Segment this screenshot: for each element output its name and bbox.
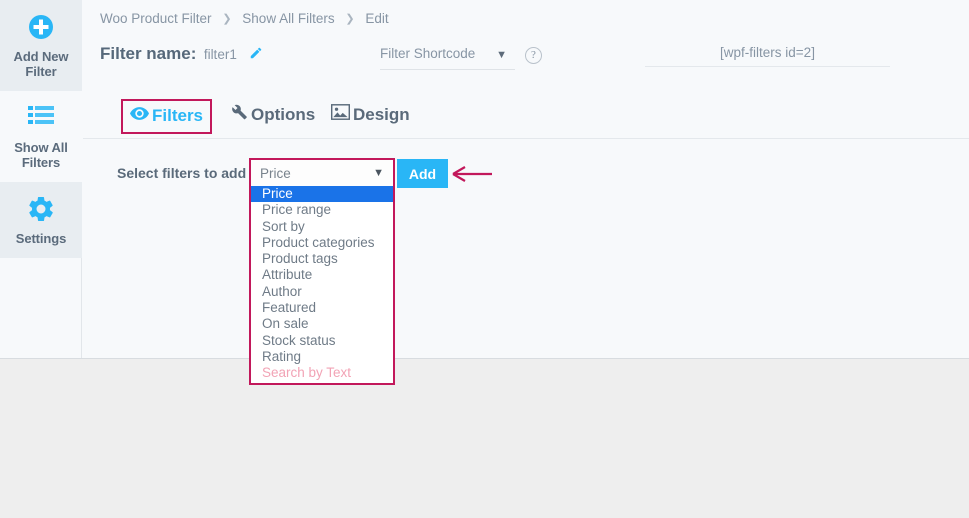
shortcode-value-field[interactable]: [wpf-filters id=2] — [645, 45, 890, 67]
chevron-down-icon: ▼ — [496, 49, 507, 61]
tab-filters[interactable]: Filters — [121, 99, 213, 134]
shortcode-type-value: Filter Shortcode — [380, 46, 476, 61]
filter-name-value: filter1 — [203, 46, 237, 62]
add-button[interactable]: Add — [397, 159, 448, 188]
breadcrumb: Woo Product Filter ❯ Show All Filters ❯ … — [100, 11, 389, 26]
dropdown-option-author[interactable]: Author — [251, 284, 393, 300]
tab-bar: Filters Options Design — [83, 99, 969, 139]
select-filters-row: Select filters to add Price ▼ Add — [83, 158, 969, 192]
pencil-icon[interactable] — [249, 46, 263, 65]
sidebar-item-settings[interactable]: Settings — [0, 182, 82, 258]
tab-label: Options — [251, 104, 316, 124]
sidebar-item-show-all-filters[interactable]: Show All Filters — [0, 91, 82, 182]
breadcrumb-item-edit[interactable]: Edit — [365, 11, 388, 26]
filter-type-dropdown-list[interactable]: Price Price range Sort by Product catego… — [249, 186, 395, 385]
tab-label: Filters — [152, 106, 204, 125]
plus-circle-icon — [4, 12, 78, 46]
breadcrumb-separator-icon: ❯ — [345, 13, 355, 25]
dropdown-option-price-range[interactable]: Price range — [251, 202, 393, 218]
breadcrumb-separator-icon: ❯ — [222, 13, 232, 25]
dropdown-option-sort-by[interactable]: Sort by — [251, 219, 393, 235]
breadcrumb-item-show-all-filters[interactable]: Show All Filters — [242, 11, 334, 26]
dropdown-option-rating[interactable]: Rating — [251, 349, 393, 365]
filter-name-row: Filter name: filter1 Filter Shortcode ▼ … — [100, 44, 969, 78]
sidebar-item-label: Add New Filter — [13, 49, 69, 79]
wrench-icon — [231, 104, 248, 125]
dropdown-option-product-tags[interactable]: Product tags — [251, 251, 393, 267]
tab-options[interactable]: Options — [224, 99, 322, 131]
dropdown-option-on-sale[interactable]: On sale — [251, 316, 393, 332]
sidebar-item-label: Settings — [15, 231, 67, 246]
left-sidebar: Add New Filter Show All Filters Settings — [0, 0, 82, 358]
dropdown-option-featured[interactable]: Featured — [251, 300, 393, 316]
image-icon — [330, 104, 351, 125]
shortcode-type-select[interactable]: Filter Shortcode ▼ — [380, 45, 515, 70]
dropdown-option-attribute[interactable]: Attribute — [251, 267, 393, 283]
tab-design[interactable]: Design — [324, 99, 417, 131]
dropdown-option-stock-status[interactable]: Stock status — [251, 333, 393, 349]
list-icon — [4, 103, 78, 137]
gear-icon — [4, 194, 78, 228]
eye-icon — [130, 106, 149, 126]
dropdown-option-product-categories[interactable]: Product categories — [251, 235, 393, 251]
screen-root: Add New Filter Show All Filters Settings… — [0, 0, 969, 518]
content-area: Woo Product Filter ❯ Show All Filters ❯ … — [83, 0, 969, 358]
filter-type-selected-value: Price — [260, 165, 291, 181]
sidebar-item-add-new-filter[interactable]: Add New Filter — [0, 0, 82, 91]
left-arrow-annotation-icon — [451, 164, 493, 184]
filter-type-select[interactable]: Price ▼ — [249, 158, 395, 188]
help-icon[interactable]: ? — [525, 47, 542, 64]
sidebar-item-label: Show All Filters — [14, 140, 68, 170]
filter-name-label: Filter name: — [100, 44, 197, 63]
tab-label: Design — [353, 104, 410, 124]
select-filters-label: Select filters to add — [117, 165, 247, 181]
dropdown-option-price[interactable]: Price — [251, 186, 393, 203]
dropdown-option-search-by-text: Search by Text — [262, 365, 352, 381]
breadcrumb-item-woo-product-filter[interactable]: Woo Product Filter — [100, 11, 212, 26]
chevron-down-icon: ▼ — [373, 167, 384, 179]
